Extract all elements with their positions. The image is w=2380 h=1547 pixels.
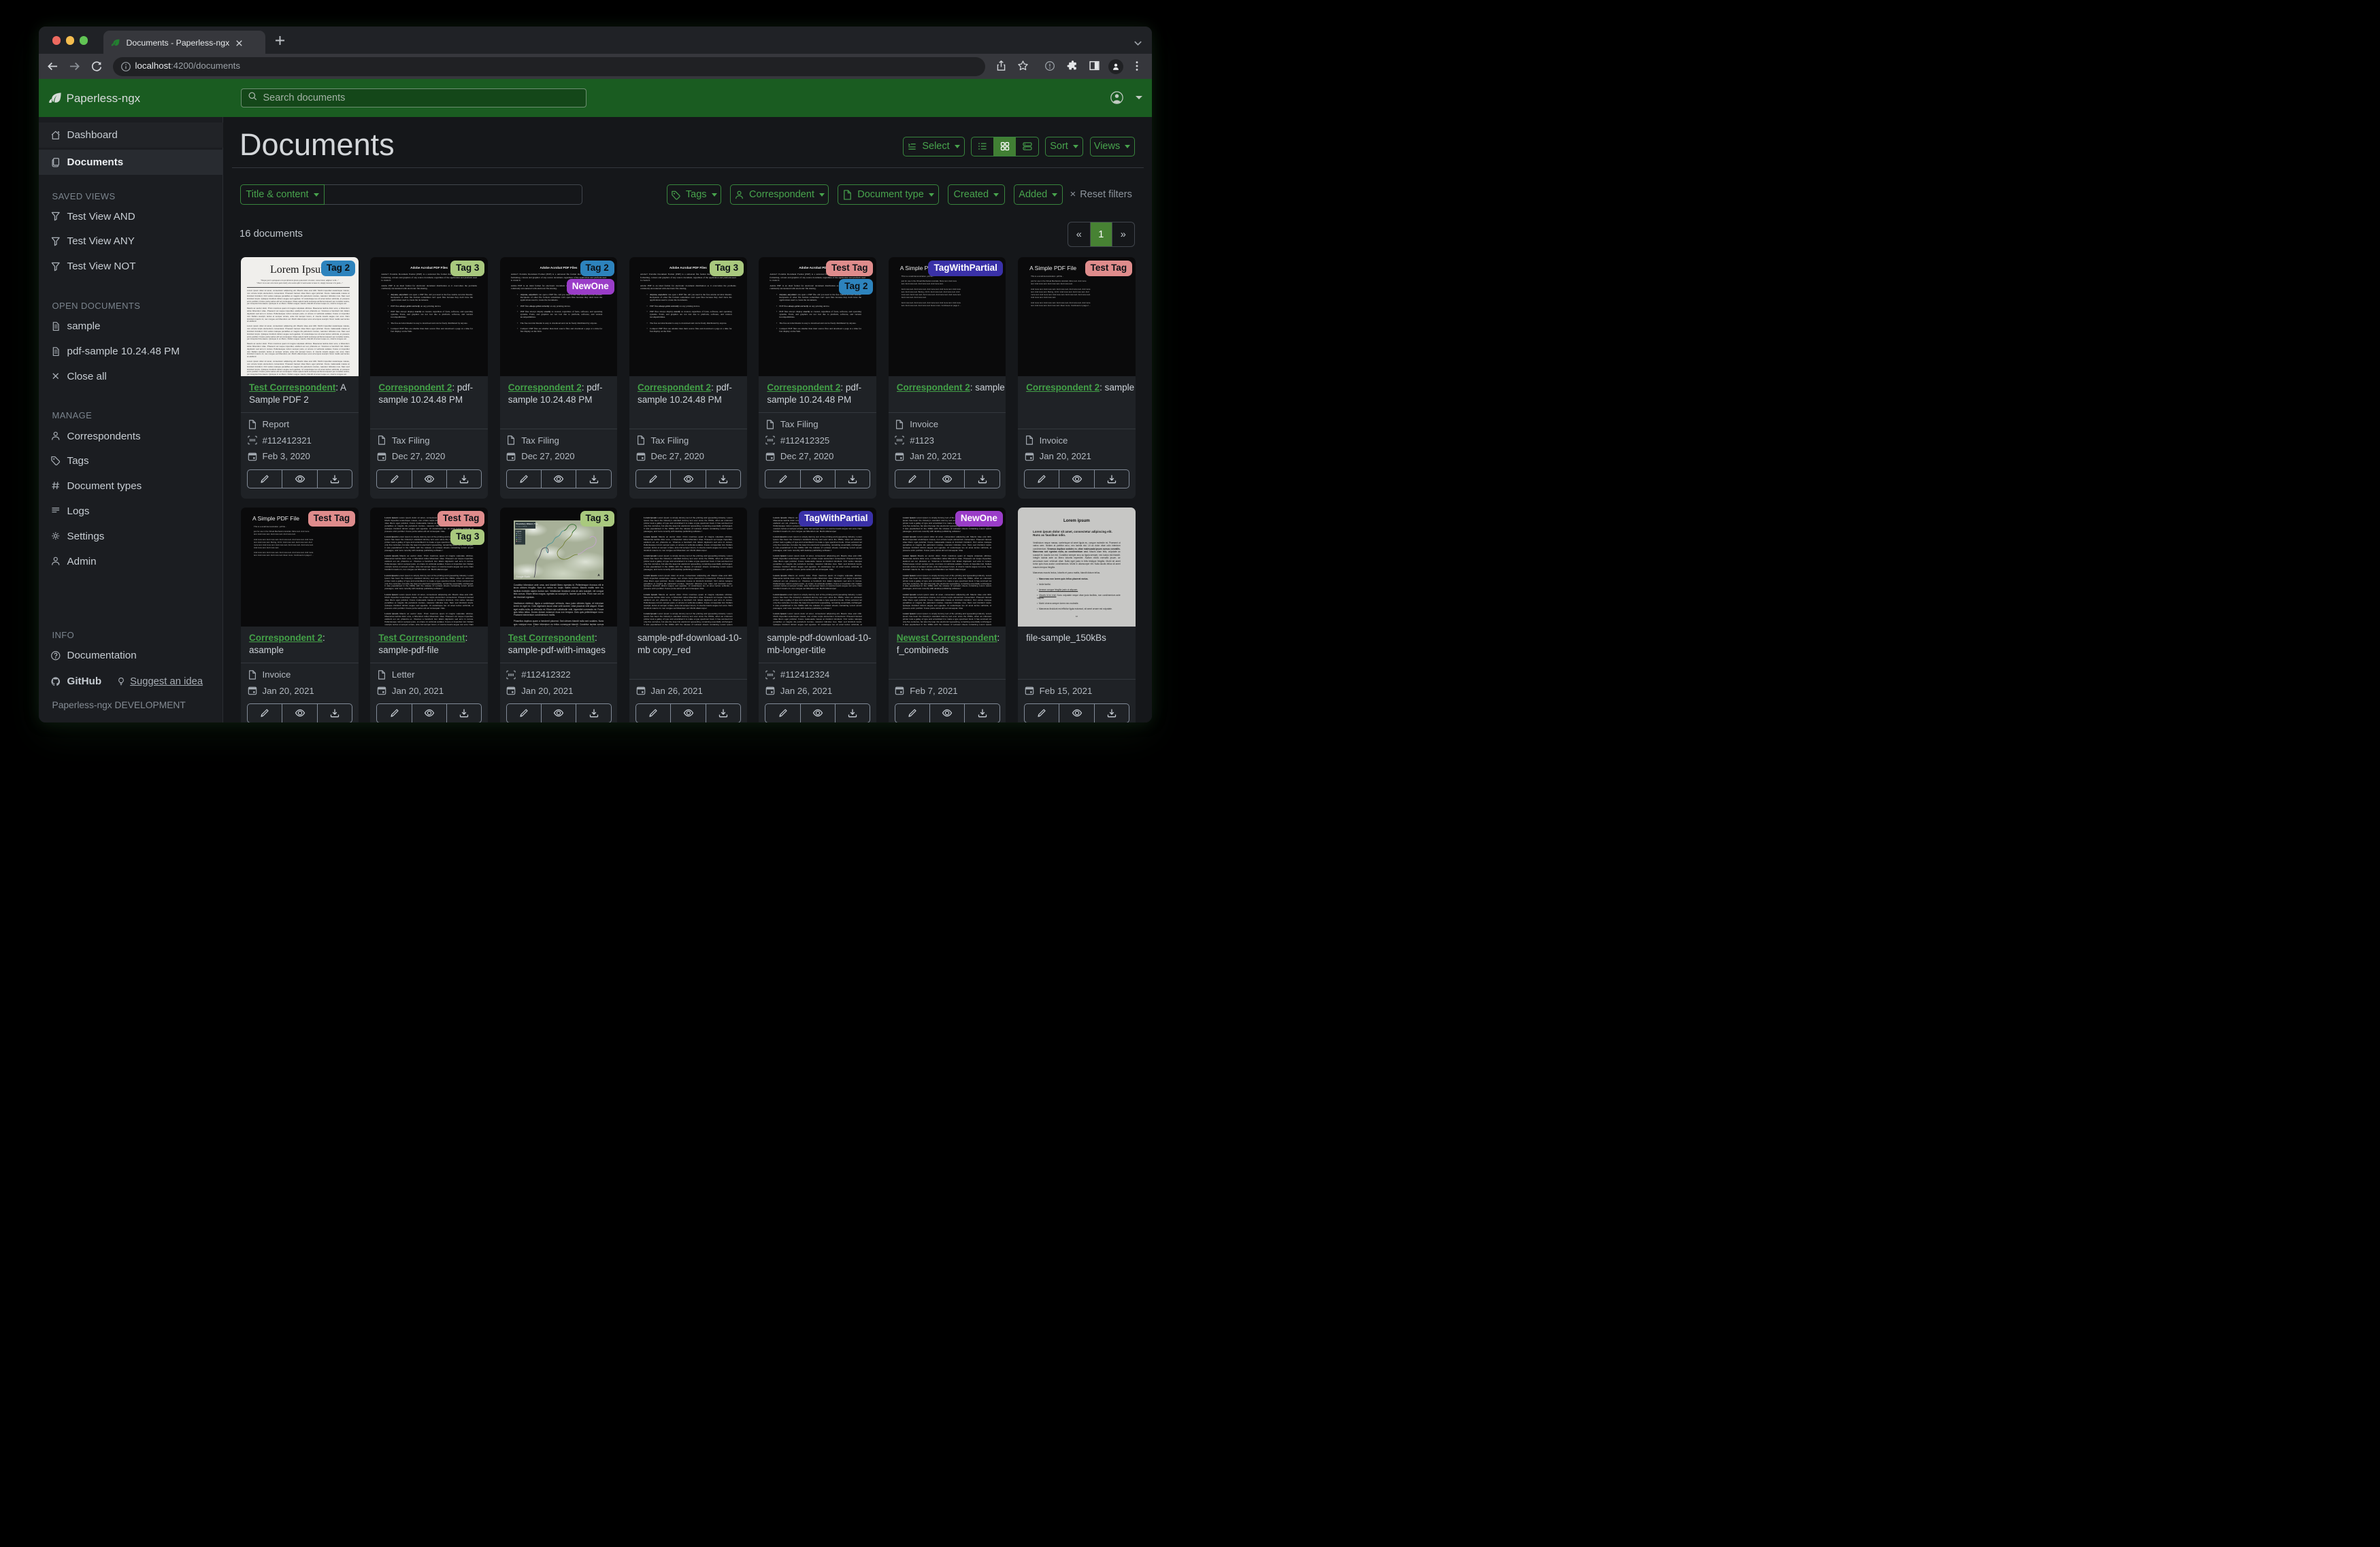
svg-text:Day 2: Day 2 [518, 535, 522, 537]
svg-text:for days in BWCA: for days in BWCA [516, 526, 527, 528]
svg-text:Google Earth: Google Earth [516, 576, 530, 578]
svg-text:Day 3: Day 3 [518, 537, 522, 539]
svg-text:Boundary Waters Trip: Boundary Waters Trip [516, 522, 538, 525]
svg-text:Day 1: Day 1 [518, 533, 522, 535]
svg-text:Day 5: Day 5 [518, 541, 522, 542]
svg-text:Day 4: Day 4 [518, 539, 522, 541]
svg-text:Legend: Legend [516, 531, 521, 533]
